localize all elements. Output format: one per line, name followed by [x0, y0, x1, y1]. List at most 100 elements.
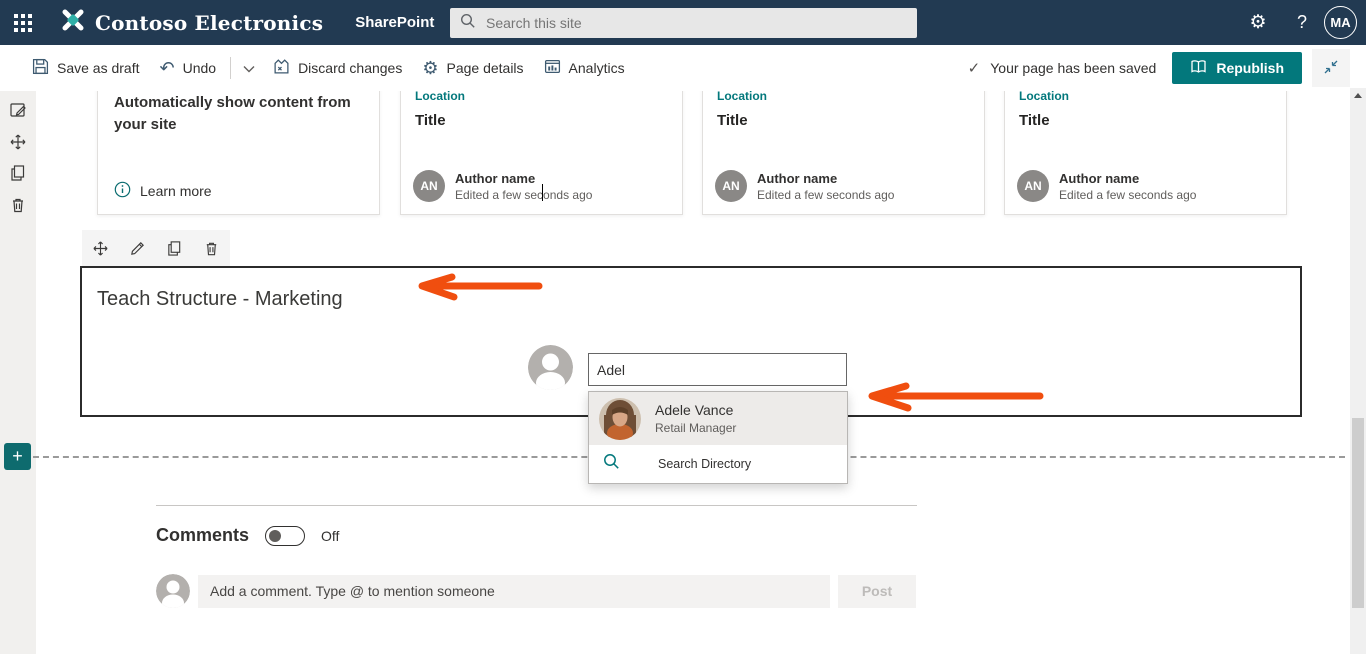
info-icon	[114, 181, 131, 201]
person-placeholder-avatar	[528, 345, 573, 390]
collapse-icon	[1323, 59, 1339, 78]
news-placeholder-card[interactable]: Location Title AN Author name Edited a f…	[1004, 91, 1287, 215]
product-name[interactable]: SharePoint	[355, 14, 434, 31]
card-location-label: Location	[717, 91, 970, 103]
post-comment-button[interactable]: Post	[838, 575, 916, 608]
commenter-avatar	[156, 574, 190, 608]
undo-split-chevron[interactable]	[235, 60, 263, 76]
header-actions: ⚙ ? MA	[1236, 0, 1366, 45]
comment-input[interactable]	[198, 575, 830, 608]
account-avatar[interactable]: MA	[1324, 6, 1357, 39]
page-canvas: + Automatically show content from your s…	[0, 91, 1350, 654]
save-status-text: Your page has been saved	[990, 60, 1156, 76]
toggle-knob	[269, 530, 281, 542]
webpart-toolbar	[82, 230, 230, 266]
discard-icon	[273, 58, 290, 78]
delete-webpart-button[interactable]	[197, 233, 227, 263]
analytics-button[interactable]: Analytics	[534, 45, 635, 91]
news-promo-card[interactable]: Automatically show content from your sit…	[97, 91, 380, 215]
move-webpart-button[interactable]	[86, 233, 116, 263]
add-section-icon: +	[12, 446, 23, 467]
chevron-down-icon	[243, 60, 255, 76]
card-title: Title	[1019, 112, 1272, 129]
avatar-initials: MA	[1330, 15, 1350, 30]
collapse-commandbar-button[interactable]	[1312, 49, 1350, 87]
suggestion-adele-vance[interactable]: Adele Vance Retail Manager	[589, 392, 847, 445]
section-title-text[interactable]: Teach Structure - Marketing	[97, 288, 343, 311]
republish-button[interactable]: Republish	[1172, 52, 1302, 84]
page-details-button[interactable]: ⚙ Page details	[412, 45, 533, 91]
scrollbar-thumb[interactable]	[1352, 418, 1364, 608]
search-directory-label: Search Directory	[658, 457, 751, 471]
comments-header: Comments Off	[156, 525, 339, 546]
check-icon: ✓	[968, 59, 981, 77]
edited-timestamp: Edited a few seconds ago	[757, 188, 894, 202]
undo-icon: ↶	[160, 59, 175, 77]
directory-search-icon	[603, 453, 620, 475]
app-launcher-button[interactable]	[0, 0, 45, 45]
save-as-draft-label: Save as draft	[57, 60, 140, 76]
save-as-draft-button[interactable]: Save as draft	[22, 45, 150, 91]
logo-icon	[59, 6, 87, 39]
delete-webpart-rail-button[interactable]	[9, 196, 27, 214]
scroll-up-arrow-icon[interactable]	[1354, 93, 1362, 98]
author-name: Author name	[757, 171, 894, 186]
learn-more-label: Learn more	[140, 183, 212, 199]
page-details-label: Page details	[446, 60, 523, 76]
comments-toggle[interactable]	[265, 526, 305, 546]
edit-page-button[interactable]	[9, 101, 27, 119]
help-button[interactable]: ?	[1280, 0, 1324, 45]
learn-more-link[interactable]: Learn more	[114, 181, 212, 201]
comments-divider	[156, 505, 917, 506]
page-details-icon: ⚙	[422, 59, 438, 77]
card-title: Title	[717, 112, 970, 129]
waffle-icon	[14, 14, 32, 32]
comments-toggle-state: Off	[321, 528, 339, 544]
save-icon	[32, 58, 49, 78]
settings-button[interactable]: ⚙	[1236, 0, 1280, 45]
settings-icon: ⚙	[1249, 11, 1266, 34]
author-name: Author name	[455, 171, 592, 186]
discard-changes-button[interactable]: Discard changes	[263, 45, 412, 91]
republish-label: Republish	[1216, 60, 1284, 76]
card-author-row: AN Author name Edited a few seconds ago	[1017, 170, 1196, 202]
news-placeholder-card[interactable]: Location Title AN Author name Edited a f…	[702, 91, 985, 215]
comment-compose-row: Post	[156, 574, 916, 608]
suggestion-name: Adele Vance	[655, 402, 736, 418]
edited-timestamp: Edited a few seconds ago	[455, 188, 592, 202]
search-directory-item[interactable]: Search Directory	[589, 445, 847, 483]
add-section-button[interactable]: +	[4, 443, 31, 470]
edit-webpart-button[interactable]	[123, 233, 153, 263]
author-avatar: AN	[1017, 170, 1049, 202]
analytics-icon	[544, 58, 561, 78]
author-avatar: AN	[715, 170, 747, 202]
move-webpart-rail-button[interactable]	[9, 133, 27, 151]
page-scrollbar[interactable]	[1350, 88, 1366, 654]
discard-changes-label: Discard changes	[298, 60, 402, 76]
toolbar-divider	[230, 57, 231, 79]
card-location-label: Location	[1019, 91, 1272, 103]
card-author-row: AN Author name Edited a few seconds ago	[715, 170, 894, 202]
people-suggestion-dropdown: Adele Vance Retail Manager Search Direct…	[588, 391, 848, 484]
analytics-label: Analytics	[569, 60, 625, 76]
undo-button[interactable]: ↶ Undo	[150, 45, 227, 91]
author-avatar: AN	[413, 170, 445, 202]
search-input[interactable]	[486, 15, 907, 31]
site-search[interactable]	[450, 8, 917, 38]
edited-timestamp: Edited a few seconds ago	[1059, 188, 1196, 202]
card-author-row: AN Author name Edited a few seconds ago	[413, 170, 592, 202]
copy-webpart-rail-button[interactable]	[9, 164, 27, 182]
command-bar: Save as draft ↶ Undo Discard changes ⚙ P…	[0, 45, 1366, 91]
search-icon	[460, 13, 476, 34]
undo-label: Undo	[183, 60, 216, 76]
adele-vance-photo	[599, 398, 641, 440]
comments-heading: Comments	[156, 525, 249, 546]
people-picker-input[interactable]	[588, 353, 847, 386]
author-name: Author name	[1059, 171, 1196, 186]
card-location-label: Location	[415, 91, 668, 103]
republish-icon	[1190, 59, 1207, 77]
copy-webpart-button[interactable]	[160, 233, 190, 263]
text-cursor	[542, 184, 543, 201]
help-icon: ?	[1297, 12, 1307, 33]
site-brand[interactable]: Contoso Electronics	[59, 6, 323, 39]
